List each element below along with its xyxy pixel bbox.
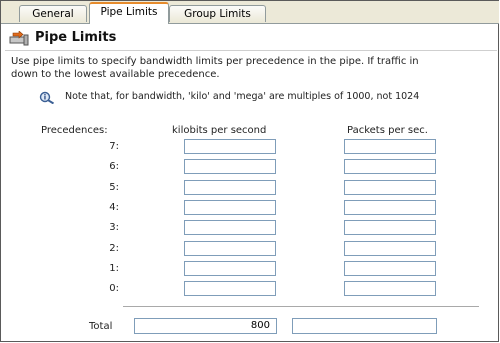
pps-input[interactable] bbox=[344, 281, 436, 296]
page-title: Pipe Limits bbox=[35, 30, 117, 45]
pps-input[interactable] bbox=[344, 200, 436, 215]
info-magnifier-icon: i bbox=[39, 91, 55, 104]
pps-input[interactable] bbox=[344, 220, 436, 235]
tab-pipe-limits[interactable]: Pipe Limits bbox=[89, 2, 169, 24]
title-divider bbox=[5, 50, 497, 51]
header-pps: Packets per sec. bbox=[347, 125, 428, 136]
pipe-icon bbox=[9, 31, 29, 46]
total-divider bbox=[123, 306, 479, 307]
svg-text:i: i bbox=[44, 94, 46, 102]
kbps-input[interactable] bbox=[184, 261, 276, 276]
description-line: Use pipe limits to specify bandwidth lim… bbox=[11, 56, 419, 67]
precedence-label: 7: bbox=[109, 141, 119, 152]
pps-input[interactable] bbox=[344, 261, 436, 276]
precedence-label: 6: bbox=[109, 161, 119, 172]
panel-header: Pipe Limits bbox=[7, 29, 497, 49]
bandwidth-note: Note that, for bandwidth, 'kilo' and 'me… bbox=[65, 91, 420, 102]
total-pps-field bbox=[292, 318, 437, 334]
tab-bar: General Pipe Limits Group Limits bbox=[1, 1, 499, 24]
total-label: Total bbox=[89, 321, 113, 332]
kbps-input[interactable] bbox=[184, 281, 276, 296]
precedence-label: 4: bbox=[109, 202, 119, 213]
tab-group-limits[interactable]: Group Limits bbox=[169, 5, 266, 22]
kbps-input[interactable] bbox=[184, 159, 276, 174]
kbps-input[interactable] bbox=[184, 241, 276, 256]
precedence-label: 1: bbox=[109, 263, 119, 274]
kbps-input[interactable] bbox=[184, 139, 276, 154]
pps-input[interactable] bbox=[344, 180, 436, 195]
total-kbps-field: 800 bbox=[134, 318, 277, 334]
pipe-limits-dialog: General Pipe Limits Group Limits Pipe Li… bbox=[0, 0, 499, 342]
pps-input[interactable] bbox=[344, 159, 436, 174]
precedence-label: 0: bbox=[109, 283, 119, 294]
precedence-label: 2: bbox=[109, 243, 119, 254]
kbps-input[interactable] bbox=[184, 220, 276, 235]
pps-input[interactable] bbox=[344, 139, 436, 154]
kbps-input[interactable] bbox=[184, 180, 276, 195]
precedence-label: 5: bbox=[109, 182, 119, 193]
description-line: down to the lowest available precedence. bbox=[11, 69, 220, 80]
tab-general[interactable]: General bbox=[19, 5, 87, 22]
description: Use pipe limits to specify bandwidth lim… bbox=[11, 55, 499, 81]
header-precedences: Precedences: bbox=[41, 125, 108, 136]
kbps-input[interactable] bbox=[184, 200, 276, 215]
precedence-label: 3: bbox=[109, 222, 119, 233]
pps-input[interactable] bbox=[344, 241, 436, 256]
header-kbps: kilobits per second bbox=[172, 125, 267, 136]
